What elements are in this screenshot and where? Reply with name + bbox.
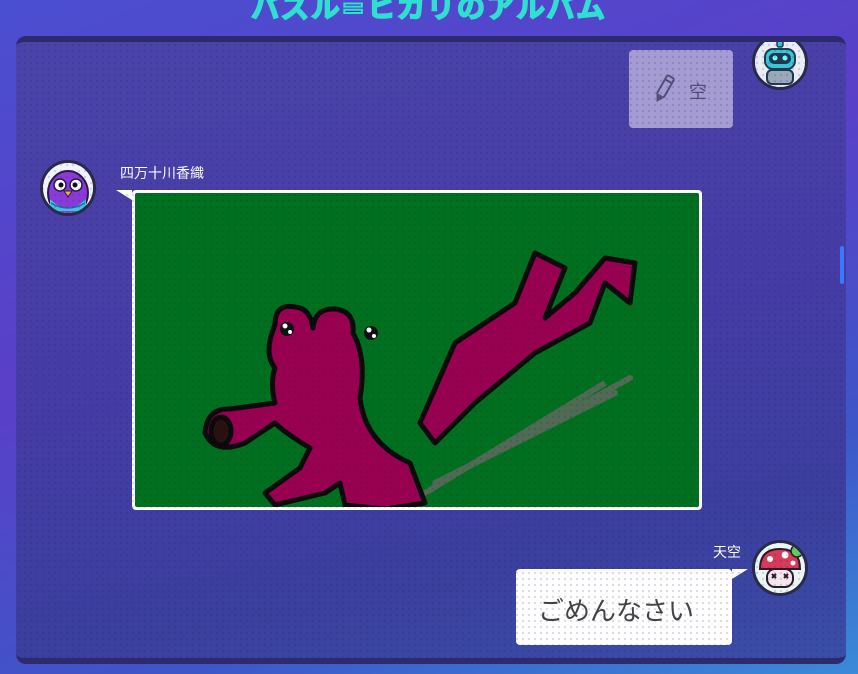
chat-panel[interactable]: 空 四万十川香織 天空 ごめんなさい [16,36,846,664]
message-text-1: 空 [689,82,707,103]
bubble-tail-3 [732,569,748,579]
sender-name-2: 四万十川香織 [120,166,204,182]
message-bubble-3[interactable]: ごめんなさい [516,569,732,645]
robot-avatar[interactable] [752,42,808,90]
bubble-tail-2 [116,190,132,200]
page-title: バズル=ヒカリのアルバム [250,0,607,25]
message-bubble-1[interactable]: 空 [629,50,733,128]
bird-avatar[interactable] [40,160,96,216]
drawing-canvas [135,193,699,507]
sender-name-3: 天空 [713,545,741,561]
drawing-bubble[interactable] [132,190,702,510]
pencil-icon [651,72,677,110]
drawing-image [135,193,699,507]
message-text-3: ごめんなさい [538,597,695,627]
mushroom-avatar[interactable] [752,540,808,596]
scrollbar-thumb[interactable] [840,246,844,284]
